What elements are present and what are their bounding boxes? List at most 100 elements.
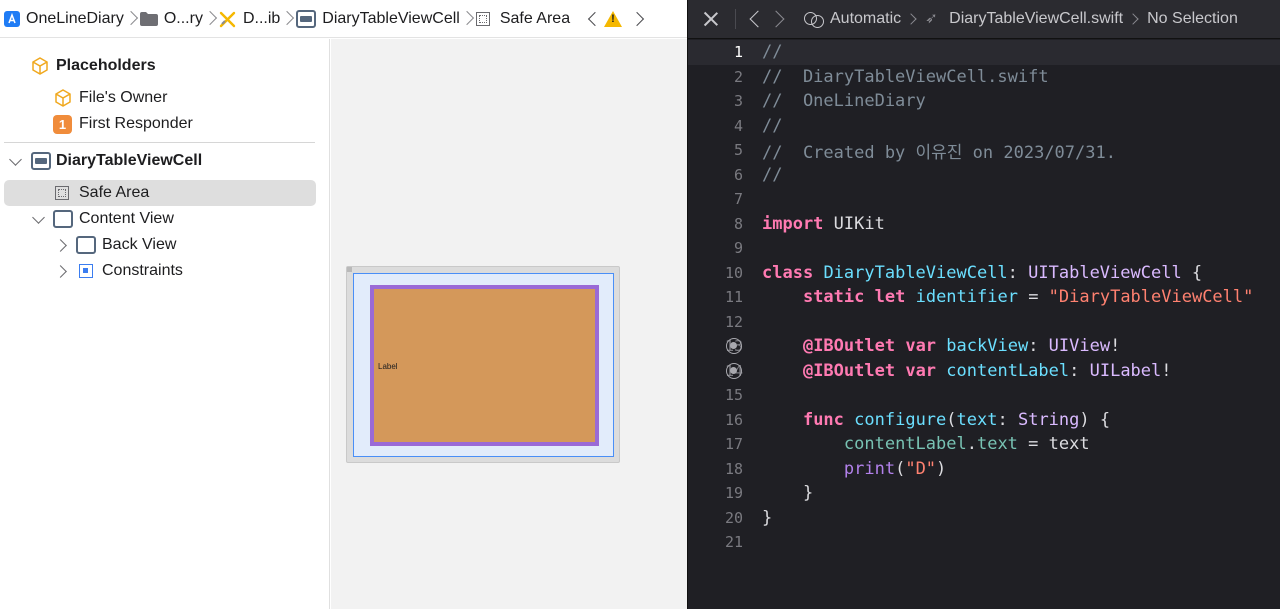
line-number[interactable]: 12 — [688, 313, 743, 331]
code-line[interactable]: 7 — [688, 187, 1280, 212]
outline-constraints[interactable]: Constraints — [0, 258, 330, 284]
line-number[interactable]: 9 — [688, 239, 743, 257]
line-number[interactable]: 4 — [688, 117, 743, 135]
line-number[interactable]: 6 — [688, 166, 743, 184]
file-label[interactable]: DiaryTableViewCell.swift — [949, 10, 1123, 28]
code-token: UITableViewCell — [1028, 262, 1182, 283]
jumpbar-xib[interactable]: D...ib — [219, 0, 280, 37]
disclosure-right-icon[interactable] — [57, 240, 67, 250]
code-line[interactable]: 17 contentLabel.text = text — [688, 432, 1280, 457]
jumpbar-cell[interactable]: DiaryTableViewCell — [296, 0, 460, 37]
line-number[interactable]: 8 — [688, 215, 743, 233]
line-number[interactable]: 19 — [688, 484, 743, 502]
line-number[interactable]: 5 — [688, 141, 743, 159]
jumpbar-project[interactable]: OneLineDiary — [4, 0, 124, 37]
code-line[interactable]: 13 @IBOutlet var backView: UIView! — [688, 334, 1280, 359]
code-line[interactable]: 11 static let identifier = "DiaryTableVi… — [688, 285, 1280, 310]
jumpbar-safe-area[interactable]: Safe Area — [475, 0, 570, 37]
line-number[interactable]: 15 — [688, 386, 743, 404]
forward-arrow-icon[interactable] — [772, 9, 786, 29]
swift-file-icon: ➶ — [925, 10, 938, 27]
code-line[interactable]: 8 import UIKit — [688, 212, 1280, 237]
chevron-right-icon — [282, 9, 292, 29]
code-line[interactable]: 6 // — [688, 163, 1280, 188]
line-number[interactable]: 21 — [688, 533, 743, 551]
outline-back-view[interactable]: Back View — [0, 232, 330, 258]
line-number[interactable]: 2 — [688, 68, 743, 86]
line-number[interactable]: 17 — [688, 435, 743, 453]
code-editor[interactable]: 1 // 2 // DiaryTableViewCell.swift 3 // OneLi… — [688, 40, 1280, 609]
code-text: } — [762, 508, 772, 528]
line-number[interactable]: 18 — [688, 460, 743, 478]
code-line[interactable]: 2 // DiaryTableViewCell.swift — [688, 65, 1280, 90]
outline-cell[interactable]: DiaryTableViewCell — [0, 148, 330, 174]
code-token: UILabel — [1089, 360, 1162, 381]
line-number[interactable]: 16 — [688, 411, 743, 429]
line-number[interactable]: 20 — [688, 509, 743, 527]
disclosure-right-icon[interactable] — [57, 266, 67, 276]
outlet-connection-icon[interactable] — [726, 362, 742, 379]
code-line[interactable]: 19 } — [688, 481, 1280, 506]
line-number[interactable]: 11 — [688, 288, 743, 306]
code-token: // Created by 이유진 on 2023/07/31. — [762, 142, 1116, 163]
jumpbar-folder-label: O...ry — [163, 9, 203, 27]
outline-constraints-label: Constraints — [102, 262, 183, 279]
next-issue-arrow-icon[interactable] — [632, 9, 646, 29]
outline-safe-area[interactable]: Safe Area — [0, 180, 330, 206]
code-line[interactable]: 5 // Created by 이유진 on 2023/07/31. — [688, 138, 1280, 163]
code-token: // — [762, 42, 783, 63]
code-line[interactable]: 9 — [688, 236, 1280, 261]
code-line[interactable]: 18 print("D") — [688, 457, 1280, 482]
outline-divider — [4, 142, 315, 143]
code-editor-pane: Automatic ➶ DiaryTableViewCell.swift No … — [687, 0, 1280, 609]
first-responder-icon: 1 — [53, 114, 72, 134]
previous-issue-arrow-icon[interactable] — [586, 9, 600, 29]
code-line[interactable]: 3 // OneLineDiary — [688, 89, 1280, 114]
code-line[interactable]: 12 — [688, 310, 1280, 335]
chevron-right-icon — [909, 11, 917, 27]
outline-first-responder[interactable]: 1 First Responder — [0, 111, 330, 137]
code-token: // — [762, 164, 783, 185]
view-icon — [76, 236, 96, 254]
cell-scene[interactable]: Label — [346, 266, 620, 463]
code-line[interactable]: 16 func configure(text: String) { — [688, 408, 1280, 433]
disclosure-down-icon[interactable] — [33, 215, 43, 225]
code-token: : — [1028, 336, 1049, 357]
close-icon[interactable] — [703, 11, 719, 27]
code-text: func configure(text: String) { — [762, 410, 1110, 430]
line-number[interactable]: 7 — [688, 190, 743, 208]
outline-placeholders[interactable]: Placeholders — [0, 53, 330, 79]
code-token: import — [762, 213, 824, 234]
code-token: ) { — [1079, 409, 1111, 430]
content-label[interactable]: Label — [378, 362, 398, 371]
code-line[interactable]: 1 // — [688, 40, 1280, 65]
back-view[interactable]: Label — [370, 285, 599, 446]
related-items-icon[interactable] — [804, 10, 824, 28]
line-number[interactable]: 3 — [688, 92, 743, 110]
code-token: { — [1181, 262, 1203, 283]
back-arrow-icon[interactable] — [748, 9, 762, 29]
resize-handle[interactable] — [347, 267, 352, 272]
jumpbar-folder[interactable]: O...ry — [139, 0, 203, 37]
code-line[interactable]: 20} — [688, 506, 1280, 531]
code-line[interactable]: 21 — [688, 530, 1280, 555]
safe-area-view[interactable]: Label — [353, 273, 614, 457]
interface-builder-pane: OneLineDiary O...ry D...ib DiaryTableVie… — [0, 0, 687, 609]
code-line[interactable]: 10 class DiaryTableViewCell: UITableViewC… — [688, 261, 1280, 286]
line-number[interactable]: 10 — [688, 264, 743, 282]
outline-files-owner[interactable]: File's Owner — [0, 85, 330, 111]
ib-canvas[interactable]: Label — [331, 39, 687, 609]
code-line[interactable]: 14 @IBOutlet var contentLabel: UILabel! — [688, 359, 1280, 384]
code-text: // DiaryTableViewCell.swift — [762, 67, 1049, 87]
code-line[interactable]: 4 // — [688, 114, 1280, 139]
disclosure-down-icon[interactable] — [10, 157, 20, 167]
selection-label[interactable]: No Selection — [1147, 10, 1238, 28]
line-number[interactable]: 1 — [688, 43, 743, 61]
jump-bar: OneLineDiary O...ry D...ib DiaryTableVie… — [0, 0, 687, 38]
scheme-label[interactable]: Automatic — [830, 10, 901, 28]
outline-content-view[interactable]: Content View — [0, 206, 330, 232]
code-line[interactable]: 15 — [688, 383, 1280, 408]
warning-icon[interactable] — [604, 10, 623, 27]
